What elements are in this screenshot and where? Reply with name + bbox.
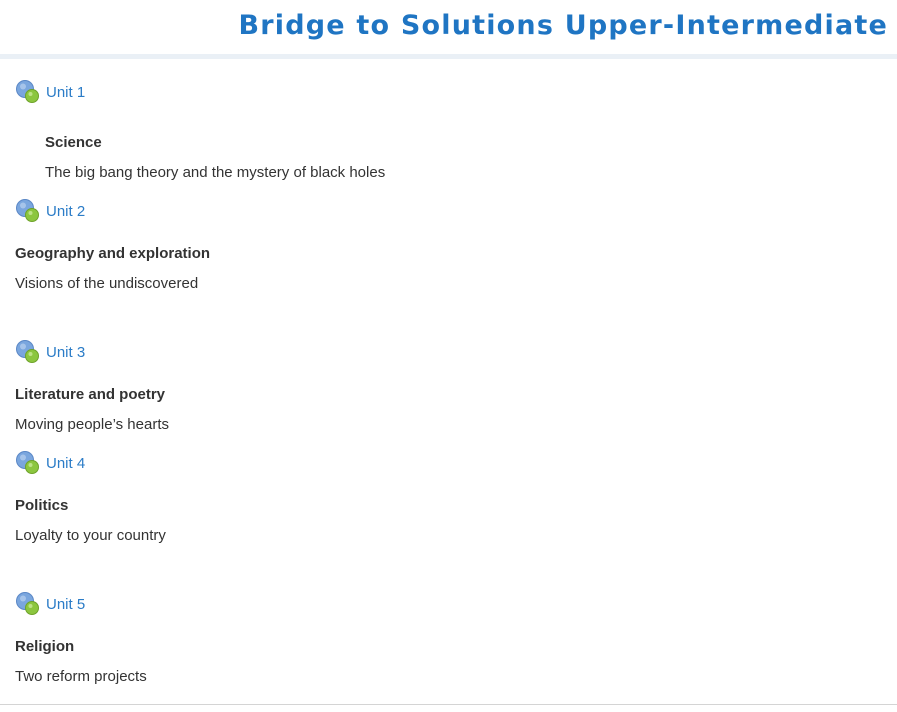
activity-status-icon <box>16 592 39 615</box>
activity-status-icon <box>16 451 39 474</box>
unit-3-label: Unit 3 <box>46 344 86 361</box>
section-divider <box>0 704 897 705</box>
unit-1-summary: The big bang theory and the mystery of b… <box>45 164 386 181</box>
unit-5-label: Unit 5 <box>46 596 86 613</box>
unit-5-topic: Religion <box>15 638 75 655</box>
activity-status-icon <box>16 80 39 103</box>
activity-status-icon <box>16 199 39 222</box>
unit-3-topic: Literature and poetry <box>15 386 166 403</box>
page-title: Bridge to Solutions Upper-Intermediate <box>238 10 888 41</box>
unit-5-summary: Two reform projects <box>15 668 147 685</box>
unit-4-topic: Politics <box>15 497 69 514</box>
unit-4-label: Unit 4 <box>46 455 86 472</box>
activity-status-icon <box>16 340 39 363</box>
unit-2-topic: Geography and exploration <box>15 245 211 262</box>
unit-1-label: Unit 1 <box>46 84 86 101</box>
unit-4-summary: Loyalty to your country <box>15 527 166 544</box>
unit-1-topic: Science <box>45 134 102 151</box>
unit-2-label: Unit 2 <box>46 203 86 220</box>
page-header: Bridge to Solutions Upper-Intermediate <box>0 0 897 59</box>
unit-2-summary: Visions of the undiscovered <box>15 275 199 292</box>
unit-3-summary: Moving people’s hearts <box>15 416 169 433</box>
